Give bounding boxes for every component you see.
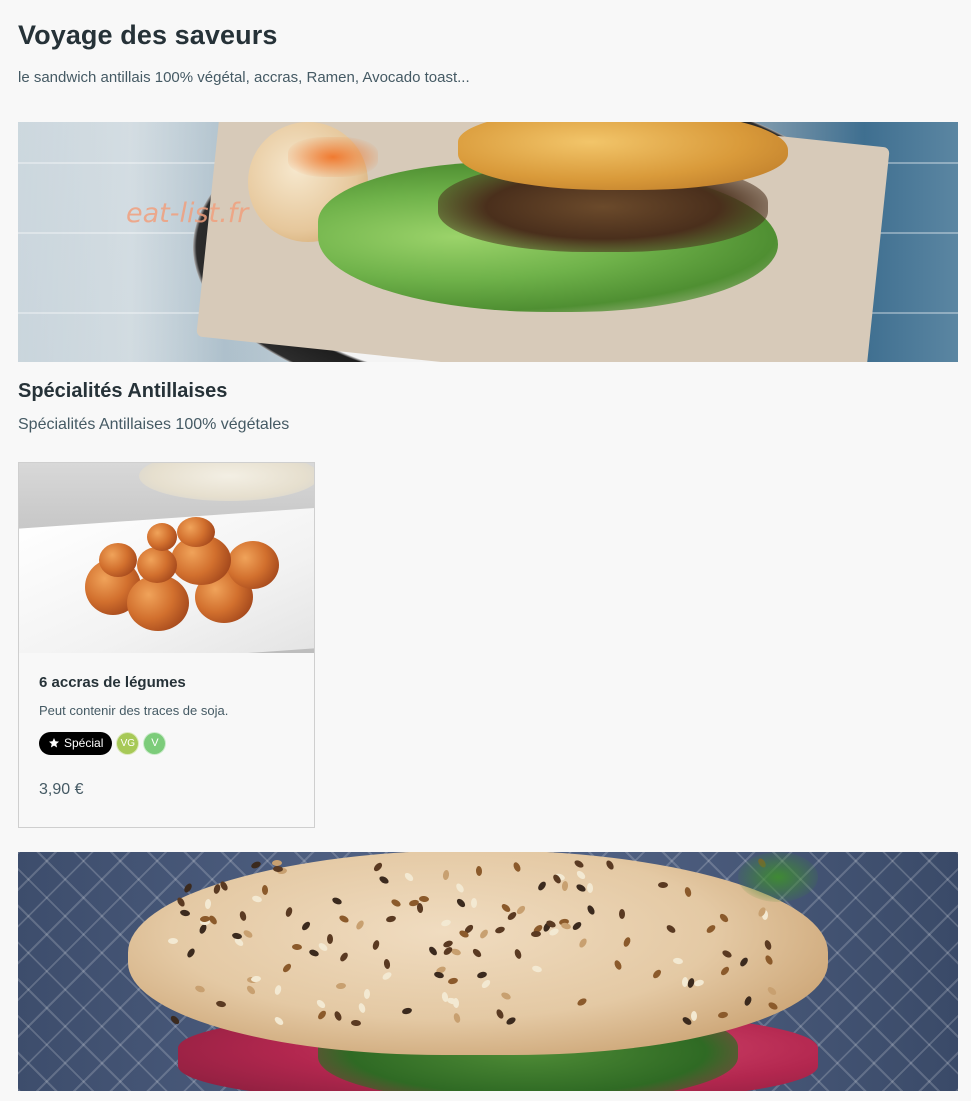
special-badge-label: Spécial — [64, 736, 104, 750]
sandwich-hero-image: eat-list.fr — [18, 122, 958, 362]
menu-title: Voyage des saveurs — [18, 20, 278, 50]
badge-row: Spécial VG V — [39, 731, 294, 755]
product-description: Peut contenir des traces de soja. — [39, 703, 229, 718]
watermark-text: eat-list.fr — [126, 198, 249, 229]
product-card[interactable]: 6 accras de légumes Peut contenir des tr… — [18, 462, 315, 828]
star-icon — [49, 738, 59, 748]
menu-subtitle: le sandwich antillais 100% végétal, accr… — [18, 69, 470, 86]
special-badge: Spécial — [39, 731, 113, 755]
menu-page: Voyage des saveurs le sandwich antillais… — [0, 0, 971, 1101]
product-photo — [19, 463, 314, 653]
bagel-hero-image — [18, 852, 958, 1091]
product-price: 3,90 € — [39, 781, 84, 798]
section-title: Spécialités Antillaises — [18, 380, 228, 402]
section-description: Spécialités Antillaises 100% végétales — [18, 416, 290, 433]
product-name: 6 accras de légumes — [39, 674, 186, 691]
vegan-badge: VG — [116, 731, 140, 755]
vegetarian-badge: V — [143, 731, 167, 755]
